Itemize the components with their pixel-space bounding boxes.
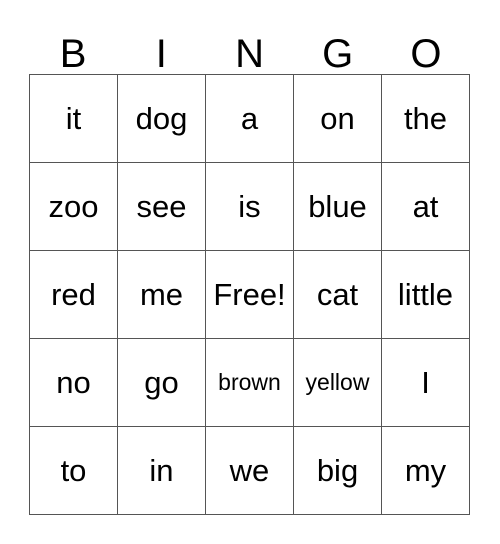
bingo-cell[interactable]: I	[382, 339, 470, 427]
bingo-header-row: B I N G O	[29, 18, 470, 74]
bingo-cell-label: dog	[135, 101, 188, 136]
bingo-cell[interactable]: dog	[118, 75, 206, 163]
bingo-cell[interactable]: red	[30, 251, 118, 339]
bingo-free-space-label: Free!	[213, 277, 286, 312]
bingo-header-letter-i: I	[155, 32, 167, 76]
bingo-cell[interactable]: me	[118, 251, 206, 339]
bingo-cell[interactable]: cat	[294, 251, 382, 339]
bingo-header-letter-n: N	[235, 32, 264, 76]
bingo-cell-label: at	[412, 189, 439, 224]
bingo-row: no go brown yellow I	[30, 339, 470, 427]
bingo-cell-label: it	[65, 101, 82, 136]
bingo-cell[interactable]: in	[118, 427, 206, 515]
bingo-cell-label: we	[229, 453, 270, 488]
bingo-cell-label: a	[240, 101, 259, 136]
bingo-cell[interactable]: we	[206, 427, 294, 515]
bingo-cell-label: on	[320, 101, 355, 136]
bingo-cell-label: I	[421, 365, 430, 400]
bingo-row: zoo see is blue at	[30, 163, 470, 251]
bingo-cell-label: cat	[316, 277, 359, 312]
bingo-cell-label: zoo	[48, 189, 99, 224]
bingo-cell-free-space[interactable]: Free!	[206, 251, 294, 339]
bingo-cell[interactable]: see	[118, 163, 206, 251]
bingo-grid: it dog a on the zoo see is blue at red m…	[29, 74, 470, 515]
bingo-cell-label: no	[56, 365, 91, 400]
bingo-cell-label: is	[238, 189, 261, 224]
bingo-row: it dog a on the	[30, 75, 470, 163]
bingo-cell[interactable]: zoo	[30, 163, 118, 251]
bingo-cell-label: red	[51, 277, 96, 312]
bingo-cell-label: to	[60, 453, 87, 488]
bingo-cell[interactable]: brown	[206, 339, 294, 427]
bingo-cell-label: big	[316, 453, 359, 488]
bingo-cell-label: brown	[218, 369, 281, 395]
bingo-cell[interactable]: the	[382, 75, 470, 163]
bingo-header-letter-b: B	[59, 32, 87, 76]
bingo-cell-label: in	[149, 453, 174, 488]
bingo-header-letter-o: O	[410, 32, 442, 76]
bingo-cell[interactable]: on	[294, 75, 382, 163]
bingo-cell[interactable]: go	[118, 339, 206, 427]
bingo-cell[interactable]: my	[382, 427, 470, 515]
bingo-cell-label: me	[139, 277, 184, 312]
bingo-cell[interactable]: a	[206, 75, 294, 163]
bingo-header-letter-g: G	[322, 32, 354, 76]
bingo-cell[interactable]: little	[382, 251, 470, 339]
bingo-card: B I N G O it dog a on the zoo see is blu…	[29, 18, 470, 515]
bingo-row: to in we big my	[30, 427, 470, 515]
bingo-cell-label: go	[144, 365, 179, 400]
bingo-cell[interactable]: no	[30, 339, 118, 427]
bingo-cell[interactable]: is	[206, 163, 294, 251]
bingo-cell[interactable]: big	[294, 427, 382, 515]
bingo-cell-label: see	[136, 189, 187, 224]
bingo-cell-label: little	[397, 277, 454, 312]
bingo-cell[interactable]: blue	[294, 163, 382, 251]
bingo-cell[interactable]: at	[382, 163, 470, 251]
bingo-cell[interactable]: yellow	[294, 339, 382, 427]
bingo-cell-label: yellow	[305, 369, 370, 395]
bingo-cell[interactable]: to	[30, 427, 118, 515]
bingo-cell-label: the	[403, 101, 448, 136]
bingo-cell-label: blue	[308, 189, 367, 224]
bingo-cell-label: my	[404, 453, 447, 488]
bingo-cell[interactable]: it	[30, 75, 118, 163]
bingo-row: red me Free! cat little	[30, 251, 470, 339]
